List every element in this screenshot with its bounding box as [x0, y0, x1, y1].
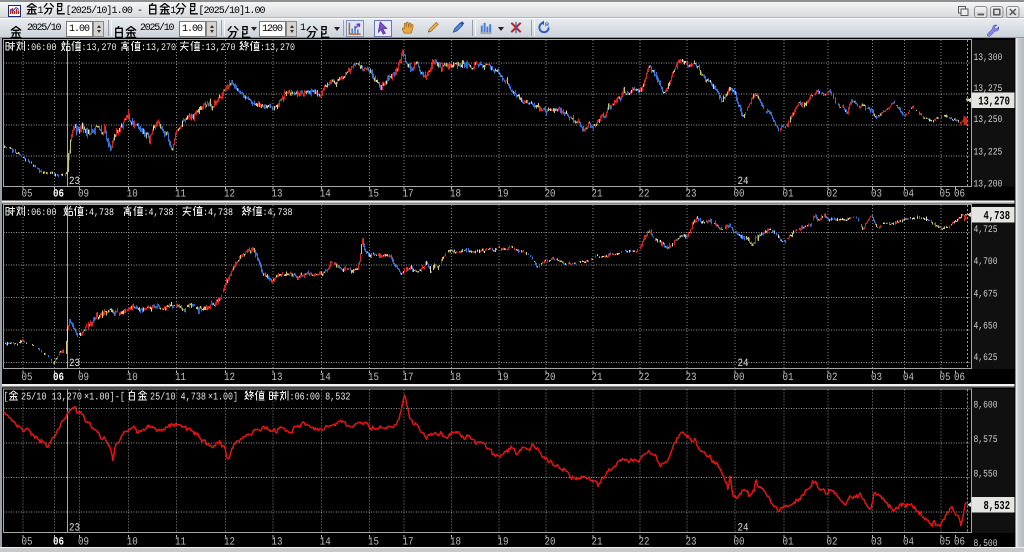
- svg-text::4,738: :4,738: [144, 208, 174, 219]
- svg-text::13,270: :13,270: [141, 43, 176, 54]
- svg-text:21: 21: [592, 189, 603, 201]
- svg-text:20: 20: [545, 372, 556, 384]
- svg-text:15: 15: [368, 189, 379, 201]
- svg-text:22: 22: [639, 372, 650, 384]
- svg-text::13,270: :13,270: [260, 43, 295, 54]
- svg-text:00: 00: [734, 189, 745, 201]
- svg-text:06: 06: [954, 189, 965, 201]
- svg-text:20: 20: [545, 189, 556, 201]
- svg-text:4,650: 4,650: [974, 322, 998, 333]
- svg-text::06:00 8,532: :06:00 8,532: [290, 392, 351, 404]
- svg-text:[: [: [4, 392, 9, 404]
- svg-text:4,625: 4,625: [974, 353, 998, 364]
- svg-text:12: 12: [224, 189, 235, 201]
- svg-text:R: R: [545, 23, 549, 29]
- svg-text:13,250: 13,250: [974, 115, 1003, 126]
- svg-text:8,532: 8,532: [984, 499, 1011, 513]
- svg-text:21: 21: [592, 372, 603, 384]
- svg-text:8,600: 8,600: [974, 401, 998, 412]
- svg-text:×1.00]: ×1.00]: [208, 392, 238, 404]
- svg-text:23: 23: [686, 189, 697, 201]
- svg-text:17: 17: [403, 372, 414, 384]
- svg-text:23: 23: [686, 372, 697, 384]
- svg-text:05: 05: [22, 189, 33, 201]
- svg-text::4,738: :4,738: [203, 208, 233, 219]
- svg-text::4,738: :4,738: [263, 208, 293, 219]
- svg-text:02: 02: [827, 372, 838, 384]
- svg-text:14: 14: [320, 189, 331, 201]
- svg-text:23: 23: [69, 358, 80, 370]
- svg-text:06: 06: [53, 372, 64, 384]
- svg-text:05: 05: [940, 372, 951, 384]
- svg-text:23: 23: [69, 176, 80, 188]
- svg-text:05: 05: [22, 372, 33, 384]
- svg-text:18: 18: [450, 372, 461, 384]
- svg-text:03: 03: [871, 372, 882, 384]
- svg-text:15: 15: [368, 372, 379, 384]
- svg-text:4,675: 4,675: [974, 290, 998, 301]
- svg-text:19: 19: [498, 372, 509, 384]
- svg-text::06:00: :06:00: [26, 208, 57, 219]
- svg-text:13,300: 13,300: [974, 53, 1003, 64]
- svg-text:4,738: 4,738: [984, 209, 1011, 223]
- svg-text:06: 06: [53, 189, 64, 201]
- svg-text:00: 00: [734, 372, 745, 384]
- svg-text:13: 13: [272, 189, 283, 201]
- svg-text:05: 05: [940, 189, 951, 201]
- svg-text:09: 09: [78, 372, 89, 384]
- svg-text:01: 01: [783, 372, 794, 384]
- svg-text:8,550: 8,550: [974, 470, 998, 481]
- svg-text:×1.00]-[: ×1.00]-[: [84, 392, 125, 404]
- svg-text:25/10 13,270: 25/10 13,270: [21, 392, 82, 404]
- svg-text::13,270: :13,270: [82, 43, 117, 54]
- svg-text:14: 14: [320, 372, 331, 384]
- svg-text::13,270: :13,270: [201, 43, 236, 54]
- svg-text:13,225: 13,225: [974, 148, 1003, 159]
- svg-text:12: 12: [224, 372, 235, 384]
- svg-text:13,200: 13,200: [974, 180, 1003, 191]
- svg-text:8,575: 8,575: [974, 435, 998, 446]
- svg-text:01: 01: [783, 189, 794, 201]
- svg-text:06: 06: [954, 372, 965, 384]
- svg-text:11: 11: [175, 372, 186, 384]
- svg-text:11: 11: [175, 189, 186, 201]
- svg-text:04: 04: [903, 189, 914, 201]
- svg-text:19: 19: [498, 189, 509, 201]
- svg-text:17: 17: [403, 189, 414, 201]
- svg-text:10: 10: [127, 189, 138, 201]
- svg-text:24: 24: [738, 176, 749, 188]
- svg-text:18: 18: [450, 189, 461, 201]
- svg-text:13: 13: [272, 372, 283, 384]
- svg-text:13,270: 13,270: [978, 95, 1010, 109]
- svg-text:22: 22: [639, 189, 650, 201]
- svg-text:24: 24: [738, 523, 749, 535]
- svg-text:4,725: 4,725: [974, 225, 998, 236]
- svg-text:04: 04: [903, 372, 914, 384]
- svg-text:24: 24: [738, 358, 749, 370]
- svg-text:10: 10: [127, 372, 138, 384]
- svg-text:02: 02: [827, 189, 838, 201]
- svg-text:25/10 4,738: 25/10 4,738: [150, 392, 206, 404]
- svg-text::4,738: :4,738: [84, 208, 114, 219]
- svg-text:03: 03: [871, 189, 882, 201]
- svg-text:09: 09: [78, 189, 89, 201]
- svg-text:23: 23: [69, 523, 80, 535]
- svg-text::06:00: :06:00: [26, 43, 57, 54]
- svg-text:4,700: 4,700: [974, 257, 998, 268]
